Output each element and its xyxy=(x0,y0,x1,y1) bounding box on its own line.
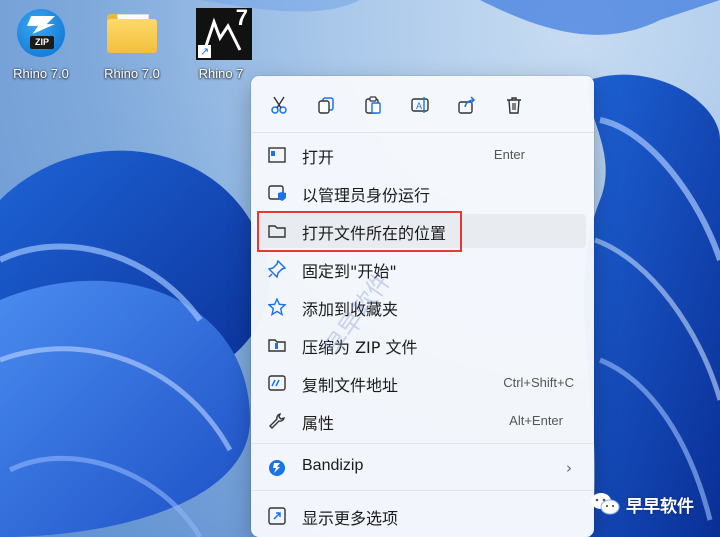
desktop-icon-label: Rhino 7.0 xyxy=(104,66,160,81)
menu-item-show-more-options[interactable]: 显示更多选项 xyxy=(259,499,586,533)
menu-item-pin-to-start[interactable]: 固定到"开始" xyxy=(259,252,586,286)
menu-item-compress-zip[interactable]: 压缩为 ZIP 文件 xyxy=(259,328,586,362)
admin-shield-icon xyxy=(267,183,287,203)
pin-icon xyxy=(267,259,287,279)
menu-item-copy-as-path[interactable]: 复制文件地址 Ctrl+Shift+C xyxy=(259,366,586,400)
copy-path-icon xyxy=(267,373,287,393)
menu-item-add-to-favorites[interactable]: 添加到收藏夹 xyxy=(259,290,586,324)
menu-item-shortcut: Alt+Enter xyxy=(509,413,563,428)
share-icon[interactable] xyxy=(452,90,482,120)
context-menu-toolbar: A xyxy=(251,76,594,132)
shortcut-arrow-icon: ↗ xyxy=(198,45,211,58)
delete-icon[interactable] xyxy=(499,90,529,120)
menu-item-label: 复制文件地址 xyxy=(302,376,399,395)
chevron-right-icon: › xyxy=(566,459,572,477)
menu-item-bandizip[interactable]: Bandizip › xyxy=(259,451,586,485)
rename-icon[interactable]: A xyxy=(405,90,435,120)
menu-item-label: 以管理员身份运行 xyxy=(302,186,431,205)
desktop-icon-folder[interactable]: Rhino 7.0 xyxy=(94,8,170,81)
open-app-icon xyxy=(267,145,287,165)
menu-item-label: 显示更多选项 xyxy=(302,509,399,528)
wechat-account-label: 早早软件 xyxy=(626,496,694,517)
bandizip-icon xyxy=(267,458,287,478)
desktop-icon-bandizip[interactable]: ZIP Rhino 7.0 xyxy=(3,8,79,81)
menu-item-label: 属性 xyxy=(302,414,335,433)
menu-divider xyxy=(251,443,594,444)
cut-icon[interactable] xyxy=(264,90,294,120)
menu-item-open[interactable]: 打开 Enter xyxy=(259,138,586,172)
paste-icon[interactable] xyxy=(358,90,388,120)
folder-icon xyxy=(107,14,157,54)
menu-item-label: 打开 xyxy=(302,148,335,167)
show-more-icon xyxy=(267,506,287,526)
menu-item-shortcut: Ctrl+Shift+C xyxy=(503,375,574,390)
annotation-highlight-box xyxy=(257,211,462,252)
wechat-icon xyxy=(591,493,620,515)
copy-icon[interactable] xyxy=(311,90,341,120)
star-icon xyxy=(267,297,287,317)
context-menu: A 打开 Enter 以管理员身份运行 打开文件所在的位置 固定到"开始" 添加… xyxy=(251,76,594,537)
desktop-icon-label: Rhino 7.0 xyxy=(13,66,69,81)
menu-divider xyxy=(251,490,594,491)
menu-divider xyxy=(251,132,594,133)
wrench-icon xyxy=(267,411,287,431)
menu-item-label: Bandizip xyxy=(302,457,364,474)
rhino-app-icon: 7 ↗ xyxy=(196,5,252,60)
zip-folder-icon xyxy=(267,335,287,355)
desktop-icon-rhino-shortcut[interactable]: 7 ↗ Rhino 7 xyxy=(183,5,259,81)
menu-item-properties[interactable]: 属性 Alt+Enter xyxy=(259,404,586,438)
svg-text:A: A xyxy=(416,101,422,111)
desktop-icon-label: Rhino 7 xyxy=(198,66,244,81)
wechat-badge: 早早软件 xyxy=(590,490,694,518)
zip-archive-icon: ZIP xyxy=(17,9,65,57)
menu-item-shortcut: Enter xyxy=(493,147,525,162)
menu-item-run-as-admin[interactable]: 以管理员身份运行 xyxy=(259,176,586,210)
